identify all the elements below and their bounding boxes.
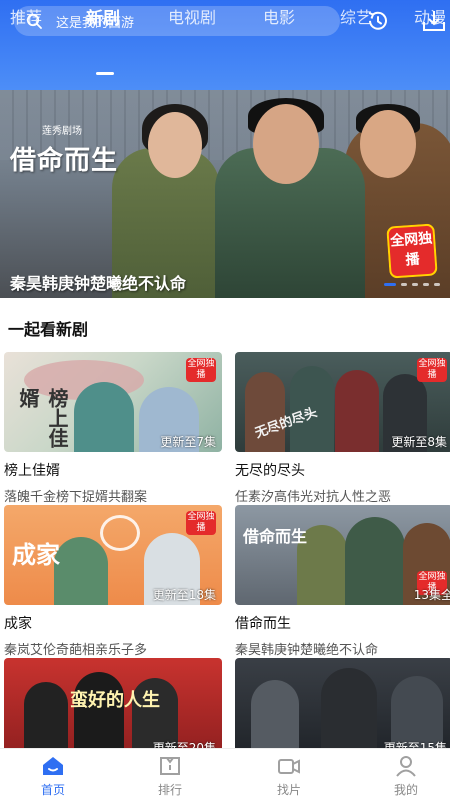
drama-title: 借命而生 [235, 616, 291, 632]
banner-figure-face [148, 112, 202, 178]
poster-heart-ring [100, 515, 140, 551]
drama-poster: 无尽的尽头 全网独播 更新至8集 [235, 352, 450, 452]
banner-studio-logo: 莲秀剧场 [42, 126, 82, 137]
tab-tv-series[interactable]: 电视剧 [168, 4, 216, 28]
profile-icon [396, 756, 416, 777]
poster-title: 榜上佳婿 [16, 388, 69, 448]
drama-description: 秦昊韩庚钟楚曦绝不认命 [235, 643, 379, 658]
drama-card[interactable]: 榜上佳婿 全网独播 更新至7集 榜上佳婿 落魄千金榜下捉婿共翻案 [4, 352, 222, 505]
drama-description: 落魄千金榜下捉婿共翻案 [4, 490, 148, 505]
drama-poster: 成家 全网独播 更新至18集 [4, 505, 222, 605]
carousel-dot[interactable] [423, 283, 429, 286]
home-icon [43, 757, 63, 775]
poster-figure [24, 682, 68, 758]
active-tab-indicator [96, 72, 114, 75]
drama-description: 任素汐高伟光对抗人性之恶 [235, 490, 392, 505]
drama-card[interactable]: 无尽的尽头 全网独播 更新至8集 无尽的尽头 任素汐高伟光对抗人性之恶 [235, 352, 450, 505]
tab-anime[interactable]: 动漫 [414, 4, 446, 28]
poster-figure [251, 680, 299, 758]
drama-poster: 蛮好的人生 更新至20集 [4, 658, 222, 758]
nav-find[interactable]: 找片 [261, 755, 317, 796]
poster-figure [245, 372, 285, 452]
drama-title: 无尽的尽头 [235, 463, 305, 479]
poster-title: 成家 [12, 541, 60, 569]
carousel-dot[interactable] [434, 283, 440, 286]
nav-label: 排行 [157, 783, 182, 796]
header: 这是我的西游 推荐 新剧 电视剧 电影 综艺 动漫 [0, 0, 450, 90]
drama-poster: 借命而生 全网独播 13集全 [235, 505, 450, 605]
drama-card[interactable]: 更新至15集 [235, 658, 450, 758]
carousel-dot[interactable] [412, 283, 418, 286]
video-camera-icon [278, 759, 300, 774]
nav-profile[interactable]: 我的 [378, 755, 434, 796]
drama-title: 成家 [4, 616, 32, 632]
exclusive-badge: 全网独播 [186, 511, 216, 535]
episode-status: 更新至18集 [152, 588, 216, 602]
nav-home[interactable]: 首页 [25, 755, 81, 796]
tab-new-drama[interactable]: 新剧 [86, 4, 120, 29]
carousel-dot-active[interactable] [384, 283, 396, 286]
hero-banner[interactable]: 莲秀剧场 借命而生 全网独播 秦昊韩庚钟楚曦绝不认命 [0, 90, 450, 298]
carousel-dot[interactable] [401, 283, 407, 286]
app-root: 这是我的西游 推荐 新剧 电视剧 电影 综艺 动漫 莲秀剧场 借命而生 全网独播… [0, 0, 450, 796]
exclusive-badge: 全网独播 [186, 358, 216, 382]
nav-label: 找片 [276, 783, 301, 796]
drama-title: 榜上佳婿 [4, 463, 60, 479]
nav-ranking[interactable]: 排行 [142, 755, 198, 796]
episode-status: 更新至7集 [160, 435, 216, 449]
drama-card[interactable]: 蛮好的人生 更新至20集 [4, 658, 222, 758]
banner-show-title: 借命而生 [10, 146, 119, 176]
poster-title: 蛮好的人生 [70, 690, 160, 711]
nav-label: 我的 [393, 783, 418, 796]
banner-exclusive-badge: 全网独播 [386, 223, 438, 279]
poster-title: 借命而生 [243, 527, 308, 546]
episode-status: 更新至8集 [391, 435, 447, 449]
poster-figure [54, 537, 108, 605]
poster-figure [345, 517, 405, 605]
section-title: 一起看新剧 [8, 320, 89, 339]
drama-card[interactable]: 借命而生 全网独播 13集全 借命而生 秦昊韩庚钟楚曦绝不认命 [235, 505, 450, 658]
banner-figure-face [253, 104, 319, 184]
poster-figure [74, 382, 134, 452]
exclusive-badge: 全网独播 [417, 358, 447, 382]
drama-description: 秦岚艾伦奇葩相亲乐子多 [4, 643, 148, 658]
tab-variety[interactable]: 综艺 [340, 4, 372, 28]
nav-label: 首页 [40, 783, 65, 796]
tab-movies[interactable]: 电影 [263, 4, 295, 28]
bottom-nav: 首页 排行 找片 我的 [0, 748, 450, 796]
poster-figure [321, 668, 377, 758]
tab-recommend[interactable]: 推荐 [10, 4, 42, 28]
carousel-dots [384, 283, 440, 286]
banner-figure-face [360, 110, 416, 178]
poster-figure [74, 672, 124, 758]
drama-poster: 榜上佳婿 全网独播 更新至7集 [4, 352, 222, 452]
poster-figure [335, 370, 379, 452]
banner-caption: 秦昊韩庚钟楚曦绝不认命 [10, 274, 187, 293]
drama-card[interactable]: 成家 全网独播 更新至18集 成家 秦岚艾伦奇葩相亲乐子多 [4, 505, 222, 658]
drama-poster: 更新至15集 [235, 658, 450, 758]
ranking-icon [160, 757, 180, 775]
episode-status: 13集全 [413, 588, 450, 602]
